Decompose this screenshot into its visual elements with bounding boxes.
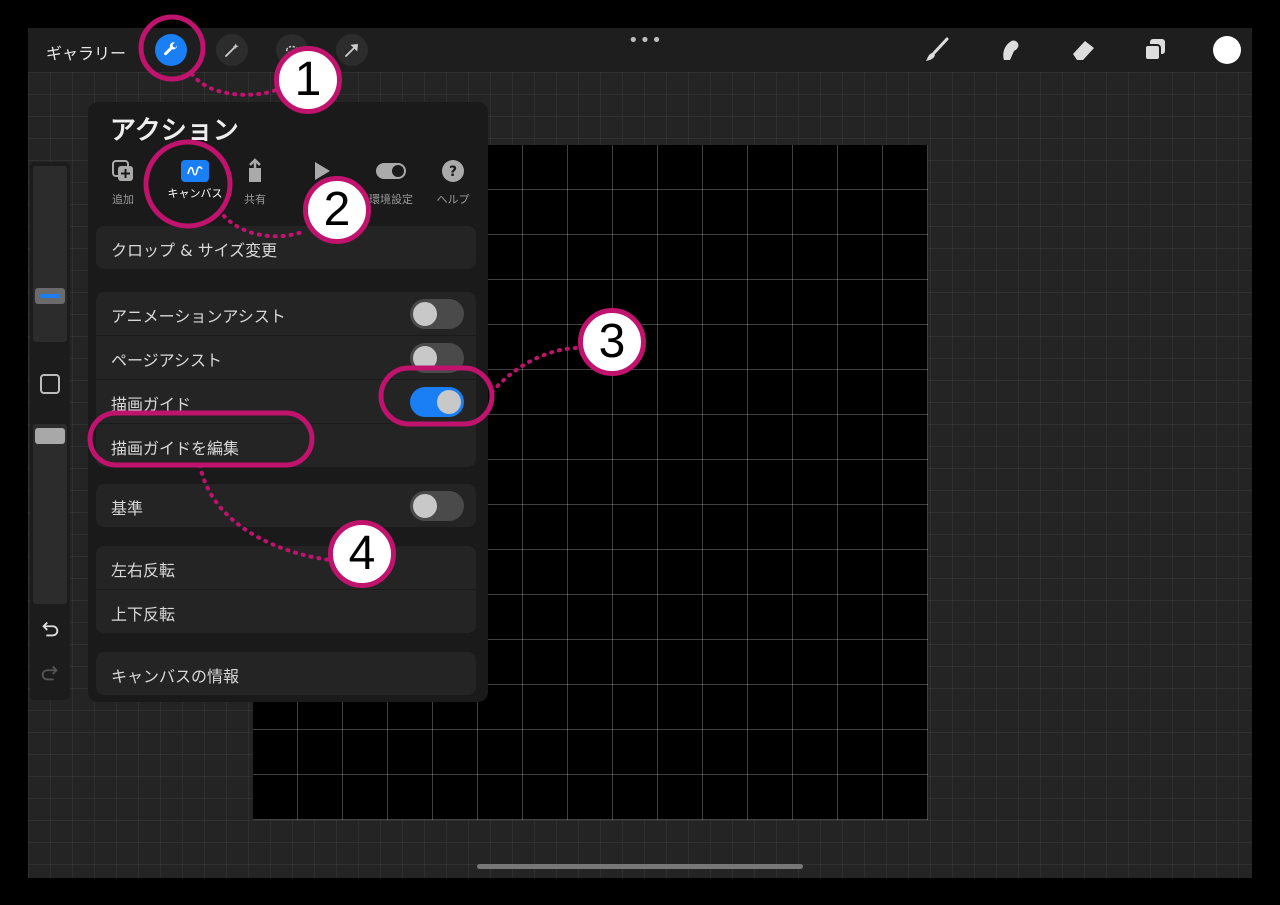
undo-icon[interactable] bbox=[39, 618, 61, 640]
svg-text:?: ? bbox=[449, 164, 457, 180]
transform-button[interactable] bbox=[336, 34, 368, 66]
prefs-toggle-icon bbox=[376, 163, 406, 179]
color-picker-button[interactable] bbox=[1213, 36, 1241, 64]
callout-3: 3 bbox=[578, 308, 646, 376]
wrench-icon bbox=[164, 42, 178, 56]
animation-assist-row: アニメーションアシスト bbox=[96, 292, 476, 336]
reference-group: 基準 bbox=[96, 484, 476, 527]
edit-drawing-guide-row[interactable]: 描画ガイドを編集 bbox=[96, 424, 476, 467]
drawing-guide-row: 描画ガイド bbox=[96, 380, 476, 424]
callout-2: 2 bbox=[303, 176, 371, 244]
reference-row: 基準 bbox=[96, 484, 476, 527]
tab-share[interactable]: 共有 bbox=[228, 158, 282, 208]
app-screen: ギャラリー ••• アクション 追加 キャンバス 共有 環境設定 ? ヘルプ ク… bbox=[28, 28, 1252, 878]
drawing-guide-toggle[interactable] bbox=[410, 387, 464, 417]
tab-add[interactable]: 追加 bbox=[96, 158, 150, 208]
actions-panel: アクション 追加 キャンバス 共有 環境設定 ? ヘルプ クロップ & サイズ変… bbox=[88, 102, 488, 702]
info-group: キャンバスの情報 bbox=[96, 652, 476, 695]
canvas-info-row[interactable]: キャンバスの情報 bbox=[96, 652, 476, 695]
opacity-slider[interactable] bbox=[33, 424, 67, 604]
modify-square-icon[interactable] bbox=[40, 374, 60, 394]
adjustments-button[interactable] bbox=[216, 34, 248, 66]
home-indicator bbox=[477, 864, 803, 869]
add-icon bbox=[112, 160, 133, 181]
flip-vertical-row[interactable]: 上下反転 bbox=[96, 590, 476, 633]
callout-1: 1 bbox=[274, 46, 342, 114]
reference-toggle[interactable] bbox=[410, 491, 464, 521]
brush-size-slider[interactable] bbox=[33, 166, 67, 342]
panel-title: アクション bbox=[110, 116, 239, 146]
page-assist-toggle[interactable] bbox=[410, 343, 464, 373]
crop-resize-row[interactable]: クロップ & サイズ変更 bbox=[96, 226, 476, 269]
tab-canvas[interactable]: キャンバス bbox=[161, 158, 229, 208]
callout-4: 4 bbox=[328, 520, 396, 588]
page-assist-row: ページアシスト bbox=[96, 336, 476, 380]
actions-wrench-button[interactable] bbox=[155, 34, 187, 66]
help-icon: ? bbox=[442, 160, 464, 182]
gallery-button[interactable]: ギャラリー bbox=[46, 40, 126, 64]
arrow-cursor-icon bbox=[345, 44, 358, 57]
animation-assist-toggle[interactable] bbox=[410, 299, 464, 329]
magic-wand-icon bbox=[225, 43, 239, 57]
top-toolbar: ギャラリー ••• bbox=[28, 28, 1252, 72]
brush-icon[interactable] bbox=[923, 36, 951, 64]
flip-horizontal-row[interactable]: 左右反転 bbox=[96, 546, 476, 590]
brush-size-thumb[interactable] bbox=[35, 288, 65, 304]
smudge-icon[interactable] bbox=[996, 36, 1024, 64]
crop-group: クロップ & サイズ変更 bbox=[96, 226, 476, 269]
more-dots-icon[interactable]: ••• bbox=[628, 30, 663, 51]
opacity-thumb[interactable] bbox=[35, 428, 65, 444]
share-icon bbox=[249, 158, 261, 182]
eraser-icon[interactable] bbox=[1069, 36, 1097, 64]
canvas-icon bbox=[181, 160, 209, 182]
left-sidebar bbox=[30, 162, 70, 700]
redo-icon[interactable] bbox=[39, 662, 61, 684]
flip-group: 左右反転 上下反転 bbox=[96, 546, 476, 633]
tab-help[interactable]: ? ヘルプ bbox=[426, 158, 480, 208]
assist-group: アニメーションアシスト ページアシスト 描画ガイド 描画ガイドを編集 bbox=[96, 292, 476, 467]
layers-icon[interactable] bbox=[1141, 36, 1169, 64]
